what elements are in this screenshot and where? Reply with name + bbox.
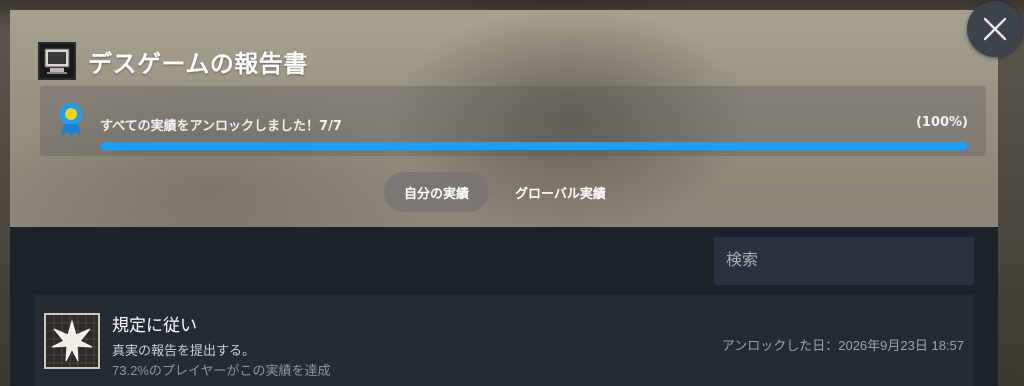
achievement-list-panel: 規定に従い 真実の報告を提出する。 73.2%のプレイヤーがこの実績を達成 アン… [10, 227, 998, 386]
progress-panel: すべての実績をアンロックしました！7/7 (100%) [40, 86, 986, 156]
achievement-unlock-date: アンロックした日：2026年9月23日 18:57 [721, 338, 964, 353]
progress-percent: (100%) [915, 115, 968, 130]
modal-header: デスゲームの報告書 [38, 42, 308, 80]
achievements-modal: デスゲームの報告書 すべての実績をアンロックしました！7/7 (100%) 自分… [10, 10, 998, 386]
computer-icon [38, 42, 76, 80]
tab-global-achievements[interactable]: グローバル実績 [495, 172, 626, 212]
achievement-name: 規定に従い [112, 316, 197, 335]
achievement-row[interactable]: 規定に従い 真実の報告を提出する。 73.2%のプレイヤーがこの実績を達成 アン… [34, 295, 974, 386]
game-title: デスゲームの報告書 [88, 49, 308, 78]
achievement-description: 真実の報告を提出する。 [112, 343, 256, 358]
progress-summary: すべての実績をアンロックしました！7/7 [100, 119, 342, 134]
search-input[interactable] [714, 237, 974, 285]
close-button[interactable] [967, 1, 1023, 57]
progress-bar-fill [100, 142, 968, 150]
close-icon [983, 17, 1007, 41]
tab-my-achievements[interactable]: 自分の実績 [384, 172, 490, 212]
starburst-icon [44, 313, 100, 369]
achievement-global-percent: 73.2%のプレイヤーがこの実績を達成 [112, 363, 331, 378]
progress-bar [100, 142, 968, 150]
achievement-badge-icon [60, 103, 82, 136]
achievement-tabs: 自分の実績 グローバル実績 [384, 172, 626, 212]
